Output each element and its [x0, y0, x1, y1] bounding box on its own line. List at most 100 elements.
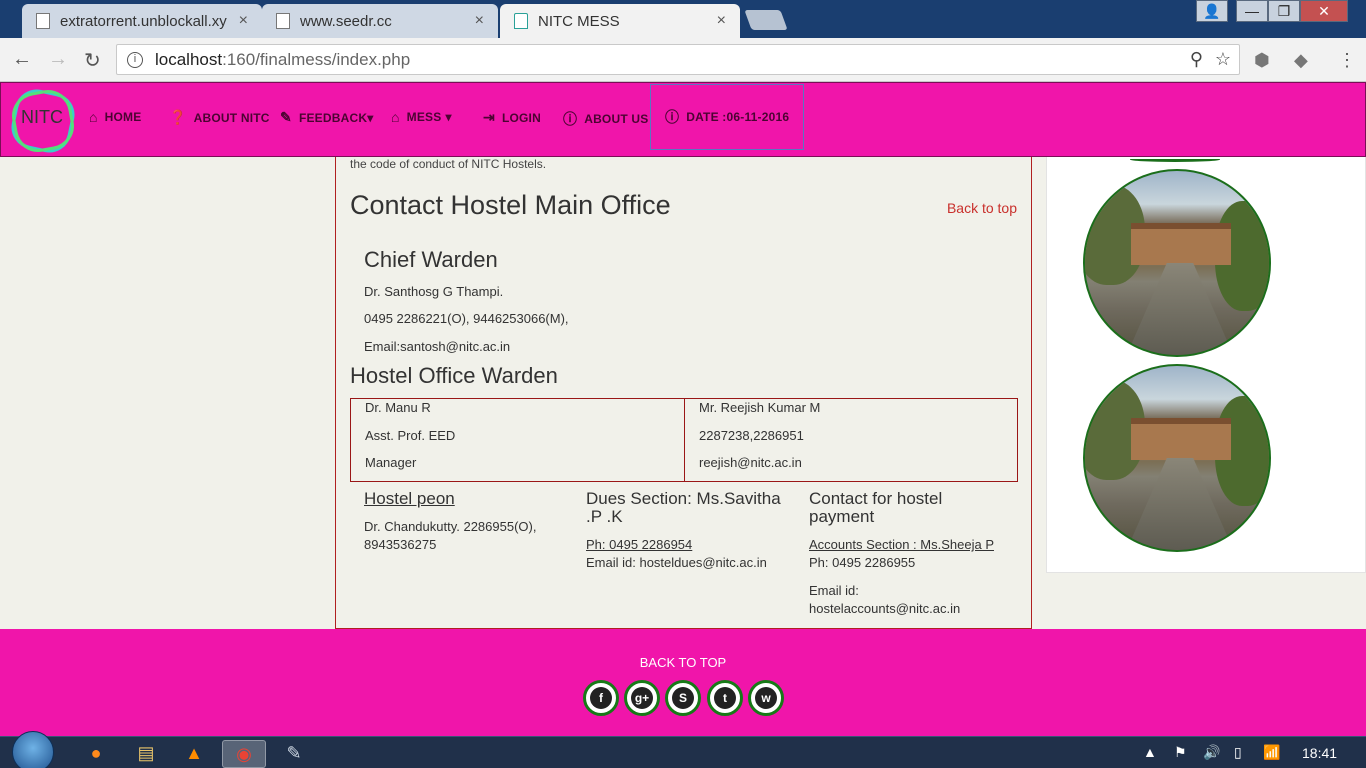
nav-label: ABOUT US [584, 112, 649, 126]
nav-feedback[interactable]: ✎ FEEDBACK ▾ [280, 109, 373, 126]
zoom-icon[interactable]: ⚲ [1190, 49, 1203, 70]
close-window-button[interactable]: ✕ [1300, 0, 1348, 22]
reload-icon[interactable]: ↻ [84, 48, 101, 73]
user-icon[interactable]: 👤 [1196, 0, 1228, 22]
chrome-icon[interactable]: ◉ [222, 740, 266, 768]
nav-about-nitc[interactable]: ❓ ABOUT NITC [169, 109, 270, 126]
dues-heading: Dues Section: Ms.Savitha [586, 489, 781, 508]
whatsapp-glyph: w [755, 687, 777, 709]
accounts-section-link[interactable]: Accounts Section : Ms.Sheeja P [809, 536, 1024, 554]
close-tab-icon[interactable]: × [475, 12, 484, 30]
browser-tab-strip: extratorrent.unblockall.xy × www.seedr.c… [0, 0, 1366, 38]
dues-email: Email id: hosteldues@nitc.ac.in [586, 555, 767, 570]
logo-text: NITC [21, 107, 63, 127]
browser-tab-seedr[interactable]: www.seedr.cc × [262, 4, 498, 38]
login-icon: ⇥ [483, 109, 495, 125]
main-content: the code of conduct of NITC Hostels. Con… [335, 157, 1032, 629]
url-path: :160/finalmess/index.php [222, 49, 411, 69]
hostel-peon-heading[interactable]: Hostel peon [364, 490, 564, 508]
whatsapp-icon[interactable]: w [748, 680, 784, 716]
browser-tab-extratorrent[interactable]: extratorrent.unblockall.xy × [22, 4, 262, 38]
skype-glyph: S [672, 687, 694, 709]
info-circle-icon: ⓘ [665, 109, 680, 125]
office-warden-heading: Hostel Office Warden [350, 363, 558, 388]
office-warden-table: Dr. Manu R Asst. Prof. EED Manager Mr. R… [350, 398, 1018, 482]
google-plus-glyph: g+ [631, 687, 653, 709]
extension-icon[interactable]: ⬢ [1254, 50, 1270, 71]
firefox-icon[interactable]: ● [74, 740, 118, 768]
browser-toolbar: ← → ↻ i localhost:160/finalmess/index.ph… [0, 38, 1366, 82]
footer-back-to-top-link[interactable]: BACK TO TOP [0, 655, 1366, 670]
site-navbar: NITC ⌂ HOME ❓ ABOUT NITC ✎ FEEDBACK ▾ ⌂ … [0, 82, 1366, 157]
photo-detail [1131, 223, 1231, 265]
google-plus-icon[interactable]: g+ [624, 680, 660, 716]
chief-warden-heading: Chief Warden [364, 247, 498, 272]
hostel-peon-line: Dr. Chandukutty. 2286955(O), [364, 519, 537, 534]
payment-email: hostelaccounts@nitc.ac.in [809, 601, 961, 616]
back-arrow-icon[interactable]: ← [12, 48, 32, 71]
hostel-photo-edge [1130, 157, 1220, 162]
tab-title: NITC MESS [538, 12, 620, 30]
battery-icon[interactable]: ▯ [1234, 744, 1242, 761]
extension-icon[interactable]: ◆ [1294, 50, 1308, 71]
clock[interactable]: 18:41 [1302, 745, 1337, 761]
vlc-icon[interactable]: ▲ [172, 740, 216, 768]
nav-mess[interactable]: ⌂ MESS ▾ [391, 109, 452, 125]
maximize-button[interactable]: ❐ [1268, 0, 1300, 22]
close-tab-icon[interactable]: × [239, 12, 248, 30]
office-warden-right-cell: Mr. Reejish Kumar M 2287238,2286951 reej… [684, 399, 1017, 481]
file-explorer-icon[interactable]: ▤ [124, 740, 168, 768]
payment-heading: Contact for hostel [809, 489, 943, 508]
url-host: localhost [155, 49, 223, 69]
volume-icon[interactable]: 🔊 [1203, 744, 1220, 761]
address-bar[interactable]: i localhost:160/finalmess/index.php ⚲ ☆ [116, 44, 1240, 75]
dues-section-block: Dues Section: Ms.Savitha .P .K Ph: 0495 … [586, 490, 791, 572]
user-profile-button[interactable]: 👤 [1196, 0, 1228, 22]
show-hidden-icons[interactable]: ▲ [1143, 744, 1157, 760]
paint-icon[interactable]: ✎ [272, 740, 316, 768]
hostel-peon-block: Hostel peon Dr. Chandukutty. 2286955(O),… [364, 490, 564, 554]
payment-email-label: Email id: [809, 583, 859, 598]
nav-label: FEEDBACK [298, 110, 368, 125]
new-tab-button[interactable] [744, 10, 788, 30]
close-tab-icon[interactable]: × [717, 12, 726, 30]
skype-icon[interactable]: S [665, 680, 701, 716]
start-button[interactable] [12, 731, 54, 768]
office-line: 2287238,2286951 [699, 428, 804, 443]
payment-heading: payment [809, 507, 875, 526]
image-sidebar [1046, 157, 1366, 573]
back-to-top-link[interactable]: Back to top [947, 200, 1017, 216]
browser-tab-nitc-mess[interactable]: NITC MESS × [500, 4, 740, 38]
photo-detail [1131, 418, 1231, 460]
home-icon: ⌂ [391, 109, 400, 125]
minimize-button[interactable]: — [1236, 0, 1268, 22]
nav-login[interactable]: ⇥ LOGIN [483, 109, 541, 126]
nav-date: ⓘ DATE :06-11-2016 [650, 84, 805, 150]
info-circle-icon: ⓘ [563, 111, 578, 127]
chevron-down-icon: ▾ [445, 110, 452, 124]
facebook-glyph: f [590, 687, 612, 709]
nav-home[interactable]: ⌂ HOME [89, 109, 141, 125]
site-logo[interactable]: NITC [7, 85, 79, 157]
office-line: Asst. Prof. EED [365, 428, 456, 443]
payment-block: Contact for hostel payment Accounts Sect… [809, 490, 1024, 618]
action-center-flag-icon[interactable]: ⚑ [1174, 744, 1187, 761]
office-line: Dr. Manu R [365, 400, 431, 415]
nav-about-us[interactable]: ⓘ ABOUT US [563, 109, 648, 129]
twitter-icon[interactable]: t [707, 680, 743, 716]
office-line: Mr. Reejish Kumar M [699, 400, 821, 415]
forward-arrow-icon[interactable]: → [48, 48, 68, 71]
info-icon[interactable]: i [127, 51, 143, 68]
chief-warden-phone: 0495 2286221(O), 9446253066(M), [364, 311, 569, 326]
bookmark-star-icon[interactable]: ☆ [1215, 49, 1231, 70]
nav-label: MESS [406, 110, 442, 124]
menu-icon[interactable]: ⋮ [1338, 50, 1356, 71]
network-icon[interactable]: 📶 [1263, 744, 1280, 761]
dues-heading: .P .K [586, 507, 623, 526]
tab-title: www.seedr.cc [300, 12, 392, 30]
page-icon [276, 13, 290, 29]
site-footer: BACK TO TOP f g+ S t w [0, 629, 1366, 736]
hostel-peon-line: 8943536275 [364, 537, 437, 552]
dues-phone-link[interactable]: Ph: 0495 2286954 [586, 536, 791, 554]
facebook-icon[interactable]: f [583, 680, 619, 716]
